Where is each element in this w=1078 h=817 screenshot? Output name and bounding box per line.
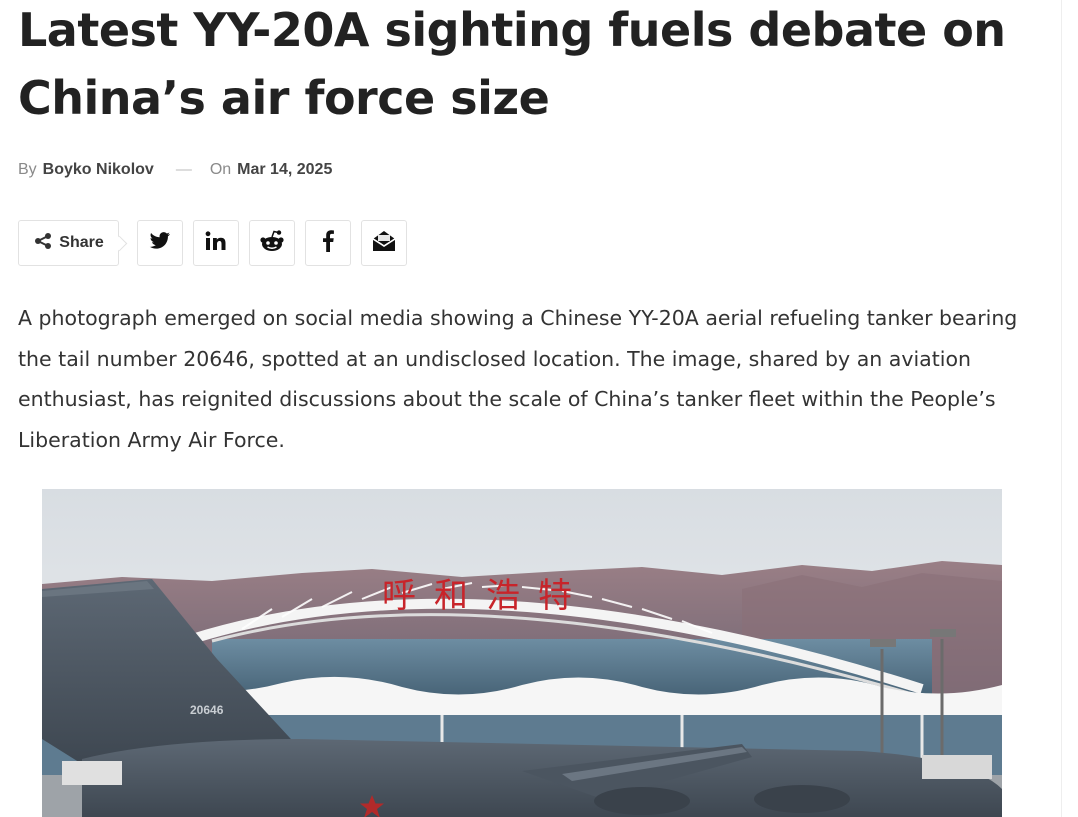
airport-photo-illustration: 呼和浩特 20646 — [42, 489, 1002, 817]
facebook-icon — [322, 230, 334, 256]
page-divider — [1061, 0, 1062, 817]
share-reddit-button[interactable] — [249, 220, 295, 266]
linkedin-icon — [205, 231, 227, 255]
share-linkedin-button[interactable] — [193, 220, 239, 266]
article-paragraph: A photograph emerged on social media sho… — [18, 306, 1018, 452]
share-label: Share — [59, 234, 104, 251]
reddit-icon — [259, 230, 285, 256]
by-label: By — [18, 161, 37, 178]
share-twitter-button[interactable] — [137, 220, 183, 266]
share-button[interactable]: Share — [18, 220, 128, 266]
article-photo: 呼和浩特 20646 — [42, 489, 1002, 817]
byline-separator: — — [175, 161, 192, 178]
email-icon — [372, 230, 396, 256]
on-label: On — [209, 161, 232, 178]
twitter-icon — [149, 232, 171, 254]
publish-date: Mar 14, 2025 — [237, 161, 333, 178]
terminal-sign: 呼和浩特 — [382, 576, 590, 616]
aircraft-tail-number: 20646 — [190, 703, 224, 717]
share-bar: Share — [18, 220, 407, 268]
share-facebook-button[interactable] — [305, 220, 351, 266]
author-link[interactable]: Boyko Nikolov — [43, 161, 154, 179]
byline: By Boyko Nikolov — On Mar 14, 2025 — [18, 158, 332, 182]
share-email-button[interactable] — [361, 220, 407, 266]
article-title: Latest YY-20A sighting fuels debate on C… — [18, 3, 1006, 125]
share-icon — [33, 232, 53, 255]
